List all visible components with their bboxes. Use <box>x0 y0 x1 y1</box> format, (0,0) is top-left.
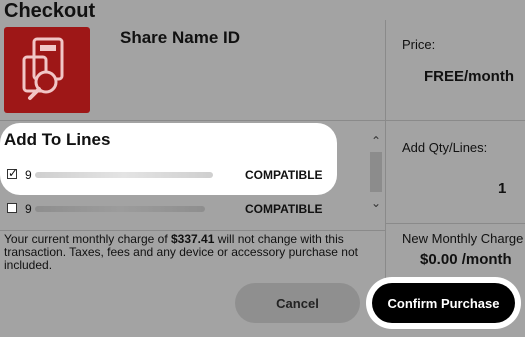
line-2-checkbox[interactable] <box>7 203 17 213</box>
scroll-up-icon[interactable]: ⌃ <box>371 134 381 148</box>
contact-search-icon <box>4 27 90 113</box>
line-1-status: COMPATIBLE <box>245 168 323 182</box>
qty-label: Add Qty/Lines: <box>402 140 488 155</box>
row-divider <box>386 223 525 224</box>
cancel-button[interactable]: Cancel <box>235 283 360 323</box>
qty-value: 1 <box>498 180 507 197</box>
line-2-redacted-number <box>35 206 205 212</box>
line-1-redacted-number <box>35 172 213 178</box>
page-title: Checkout <box>4 0 96 22</box>
price-label: Price: <box>402 37 436 52</box>
line-1-number: 9 <box>25 168 32 182</box>
monthly-charge-value: $0.00 /month <box>420 251 512 268</box>
product-name: Share Name ID <box>120 28 240 47</box>
row-divider <box>0 230 385 231</box>
confirm-purchase-button[interactable]: Confirm Purchase <box>372 283 515 323</box>
row-divider <box>0 120 525 121</box>
scroll-down-icon[interactable]: ⌄ <box>371 196 381 210</box>
line-2-number: 9 <box>25 202 32 216</box>
line-1-checkbox[interactable] <box>7 166 18 180</box>
line-2-status: COMPATIBLE <box>245 202 323 216</box>
add-to-lines-title: Add To Lines <box>4 130 111 149</box>
scrollbar-thumb[interactable] <box>370 152 382 192</box>
price-value: FREE/month <box>424 68 514 85</box>
monthly-charge-label: New Monthly Charge <box>402 231 524 246</box>
charge-notice: Your current monthly charge of $337.41 w… <box>4 233 358 269</box>
